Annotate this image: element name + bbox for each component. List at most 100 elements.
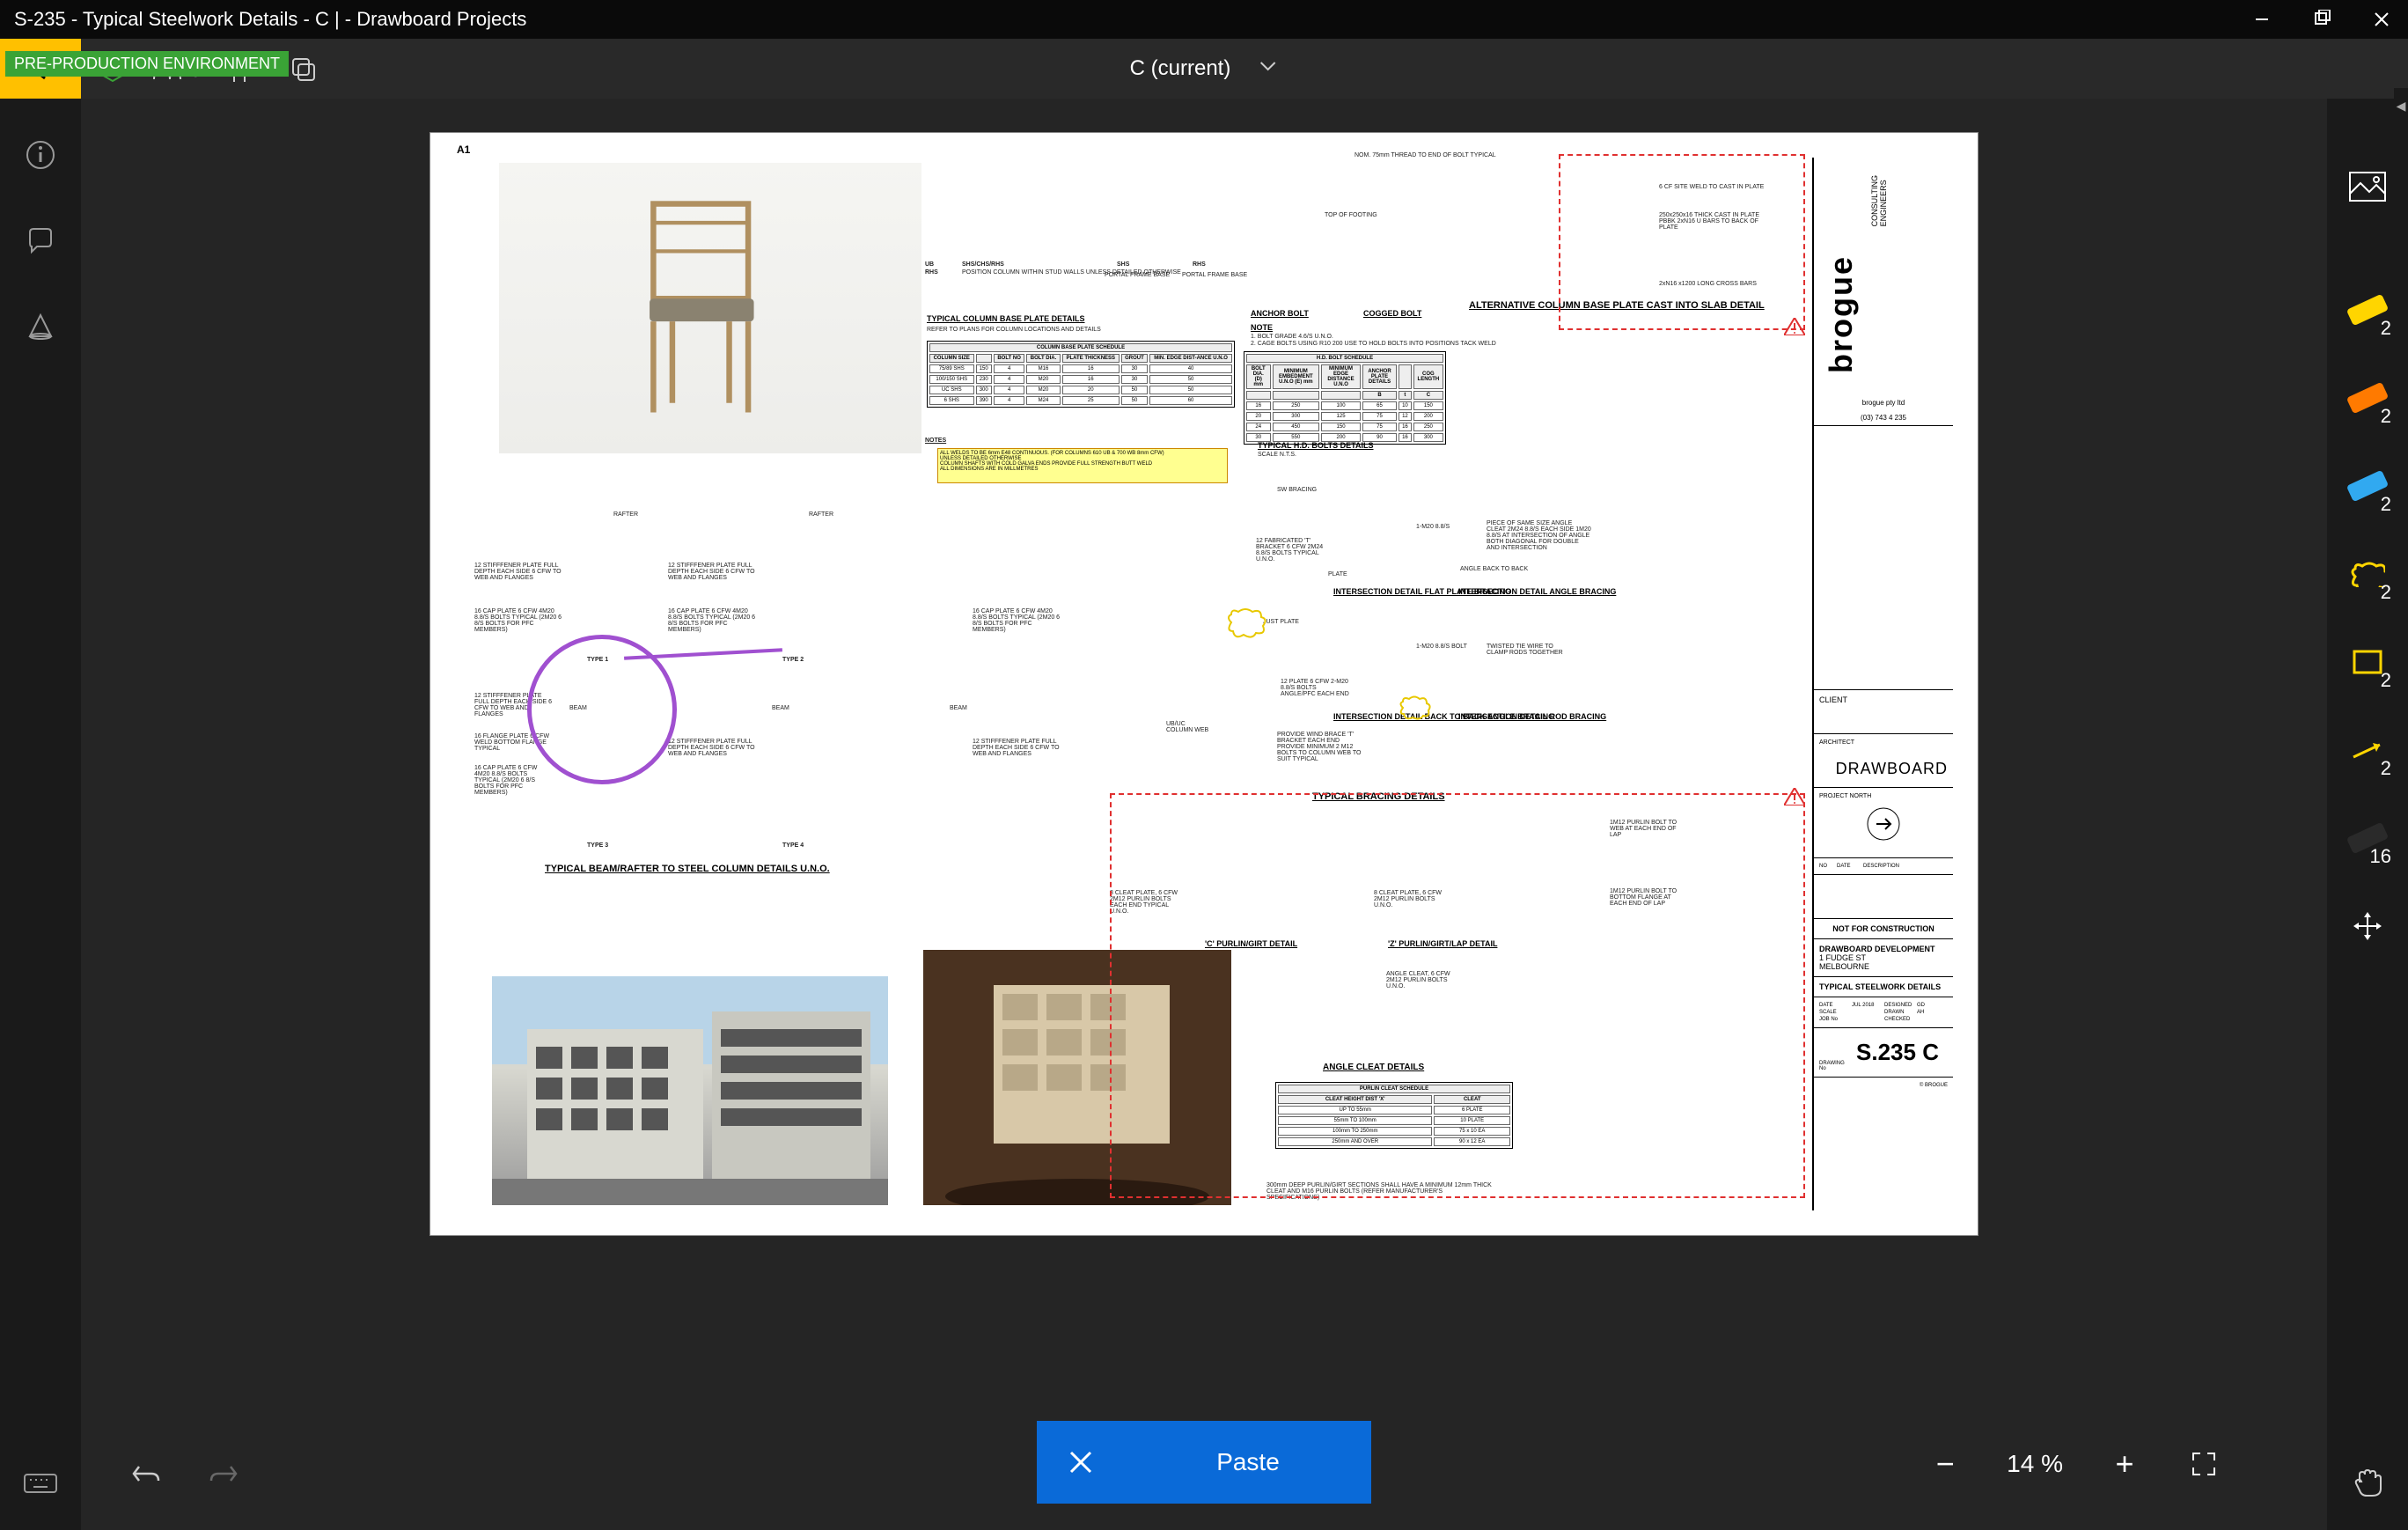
txt: BEAM: [950, 705, 967, 711]
cloud-tool[interactable]: 2: [2337, 539, 2398, 609]
txt: 12 PLATE 6 CFW 2-M20 8.8/S BOLTS ANGLE/P…: [1281, 679, 1351, 697]
txt: NOTES: [925, 438, 946, 444]
architect-logo: DRAWBOARD: [1814, 751, 1953, 787]
txt: 12 STIFFFENER PLATE FULL DEPTH EACH SIDE…: [474, 563, 562, 581]
punch-icon[interactable]: [19, 306, 62, 349]
collapse-sidebar-icon[interactable]: ◀: [2394, 88, 2408, 123]
highlighter-yellow[interactable]: 2: [2337, 275, 2398, 345]
tool-count: 2: [2381, 405, 2391, 428]
txt: 16 CAP PLATE 6 CFW 4M20 8.8/S BOLTS TYPI…: [973, 608, 1061, 633]
comments-icon[interactable]: [19, 220, 62, 262]
txt: SW BRACING: [1277, 487, 1317, 493]
client-label: CLIENT: [1814, 689, 1953, 733]
lbl-anchor: ANCHOR BOLT: [1251, 309, 1309, 318]
zoom-out-button[interactable]: −: [1927, 1446, 1963, 1482]
red-cloud-markup-2[interactable]: [1110, 793, 1805, 1198]
main-toolbar: 3 C (current): [0, 39, 2408, 99]
minimize-button[interactable]: [2250, 7, 2274, 32]
txt: UB/UC COLUMN WEB: [1166, 721, 1210, 733]
tool-count: 16: [2370, 845, 2391, 868]
txt: 16 CAP PLATE 6 CFW 4M20 8.8/S BOLTS TYPI…: [474, 765, 554, 796]
fit-screen-button[interactable]: [2186, 1446, 2221, 1482]
revision-dropdown[interactable]: C (current): [1130, 55, 1279, 82]
move-tool[interactable]: [2337, 891, 2398, 961]
paste-bar: Paste: [1037, 1421, 1371, 1504]
zoom-controls: − 14 % +: [1927, 1424, 2221, 1504]
red-cloud-markup-1[interactable]: [1559, 154, 1805, 330]
zoom-level: 14 %: [2007, 1450, 2063, 1478]
highlighter-orange[interactable]: 2: [2337, 363, 2398, 433]
txt: PROVIDE WIND BRACE 'T' BRACKET EACH END …: [1277, 732, 1365, 762]
lbl-int-angle: INTERSECTION DETAIL ANGLE BRACING: [1458, 587, 1616, 596]
lbl-beam-rafter: TYPICAL BEAM/RAFTER TO STEEL COLUMN DETA…: [545, 864, 830, 874]
txt: RAFTER: [809, 511, 833, 518]
txt: 12 STIFFFENER PLATE FULL DEPTH EACH SIDE…: [668, 563, 756, 581]
txt: TYPE 4: [782, 842, 804, 849]
txt: SCALE N.T.S.: [1258, 452, 1296, 458]
txt: ANGLE BACK TO BACK: [1460, 566, 1528, 572]
yellow-note: ALL WELDS TO BE 6mm E48 CONTINUOUS. (FOR…: [937, 448, 1228, 483]
highlighter-blue[interactable]: 2: [2337, 451, 2398, 521]
txt: RHS: [925, 269, 938, 276]
txt: NOM. 75mm THREAD TO END OF BOLT TYPICAL: [1354, 152, 1496, 158]
redo-button[interactable]: [202, 1453, 245, 1495]
column-base-schedule: COLUMN BASE PLATE SCHEDULE COLUMN SIZEBO…: [927, 341, 1235, 408]
txt: 16 CAP PLATE 6 CFW 4M20 8.8/S BOLTS TYPI…: [668, 608, 756, 633]
image-tool[interactable]: [2337, 151, 2398, 222]
warning-triangle-icon: [1784, 788, 1805, 805]
txt: RHS: [1193, 261, 1206, 268]
title-block: brogue CONSULTING ENGINEERS brogue pty l…: [1812, 158, 1953, 1210]
warning-triangle-icon: [1784, 318, 1805, 335]
yellow-cloud-markup[interactable]: [1399, 695, 1434, 721]
paste-cancel-button[interactable]: [1037, 1449, 1125, 1475]
pan-hand-icon[interactable]: [2346, 1461, 2389, 1504]
chevron-down-icon: [1257, 55, 1278, 82]
zoom-in-button[interactable]: +: [2107, 1446, 2142, 1482]
txt: TYPE 3: [587, 842, 608, 849]
yellow-cloud-markup[interactable]: [1226, 607, 1270, 638]
tool-count: 2: [2381, 757, 2391, 780]
txt: 12 FABRICATED 'T' BRACKET 6 CFW 2M24 8.8…: [1256, 538, 1326, 563]
info-icon[interactable]: [19, 134, 62, 176]
hd-bolt-schedule: H.D. BOLT SCHEDULE BOLT DIA. (D) mmMINIM…: [1244, 351, 1446, 445]
environment-tag: PRE-PRODUCTION ENVIRONMENT: [5, 51, 289, 77]
consultant-logo: brogue: [1814, 162, 1868, 391]
txt: 12 STIFFFENER PLATE FULL DEPTH EACH SIDE…: [973, 739, 1061, 757]
lbl-int-rod: INTERSECTION DETAIL ROD BRACING: [1458, 712, 1606, 721]
txt: 12 STIFFFENER PLATE FULL DEPTH EACH SIDE…: [668, 739, 756, 757]
tool-count: 2: [2381, 581, 2391, 604]
txt: TOP OF FOOTING: [1325, 212, 1377, 218]
txt: 16 CAP PLATE 6 CFW 4M20 8.8/S BOLTS TYPI…: [474, 608, 562, 633]
pasted-building-image[interactable]: [492, 976, 888, 1205]
txt: 1. BOLT GRADE 4.6/S U.N.O.: [1251, 334, 1333, 340]
arrow-tool[interactable]: 2: [2337, 715, 2398, 785]
nfc-stamp: NOT FOR CONSTRUCTION: [1814, 918, 1953, 938]
window-title: S-235 - Typical Steelwork Details - C | …: [14, 8, 526, 31]
drawing-canvas[interactable]: A1: [81, 99, 2327, 1530]
txt: REFER TO PLANS FOR COLUMN LOCATIONS AND …: [927, 327, 1101, 333]
txt: TWISTED TIE WIRE TO CLAMP RODS TOGETHER: [1487, 644, 1575, 656]
txt: 2. CAGE BOLTS USING R10 200 USE TO HOLD …: [1251, 341, 1496, 347]
tool-count: 2: [2381, 669, 2391, 692]
maximize-button[interactable]: [2309, 7, 2334, 32]
txt: RAFTER: [613, 511, 638, 518]
pen-black[interactable]: 16: [2337, 803, 2398, 873]
txt: TYPE 2: [782, 657, 804, 663]
txt: UB: [925, 261, 934, 268]
pasted-chair-image[interactable]: [499, 163, 921, 453]
lbl-col-base: TYPICAL COLUMN BASE PLATE DETAILS: [927, 314, 1085, 323]
drawing-sheet: A1: [429, 132, 1979, 1236]
close-button[interactable]: [2369, 7, 2394, 32]
tool-count: 2: [2381, 317, 2391, 340]
paste-button[interactable]: Paste: [1125, 1448, 1371, 1476]
rect-tool[interactable]: 2: [2337, 627, 2398, 697]
revision-label: C (current): [1130, 56, 1231, 81]
keyboard-icon[interactable]: [19, 1461, 62, 1504]
txt: PIECE OF SAME SIZE ANGLE CLEAT 2M24 8.8/…: [1487, 520, 1592, 551]
right-sidebar: 2 2 2 2 2 2 16: [2327, 99, 2408, 1530]
txt: PORTAL FRAME BASE: [1105, 272, 1170, 278]
txt: 1-M20 8.8/S: [1416, 524, 1450, 530]
txt: PLATE: [1328, 571, 1347, 577]
lbl: NOTE: [1251, 323, 1273, 332]
undo-button[interactable]: [125, 1453, 167, 1495]
